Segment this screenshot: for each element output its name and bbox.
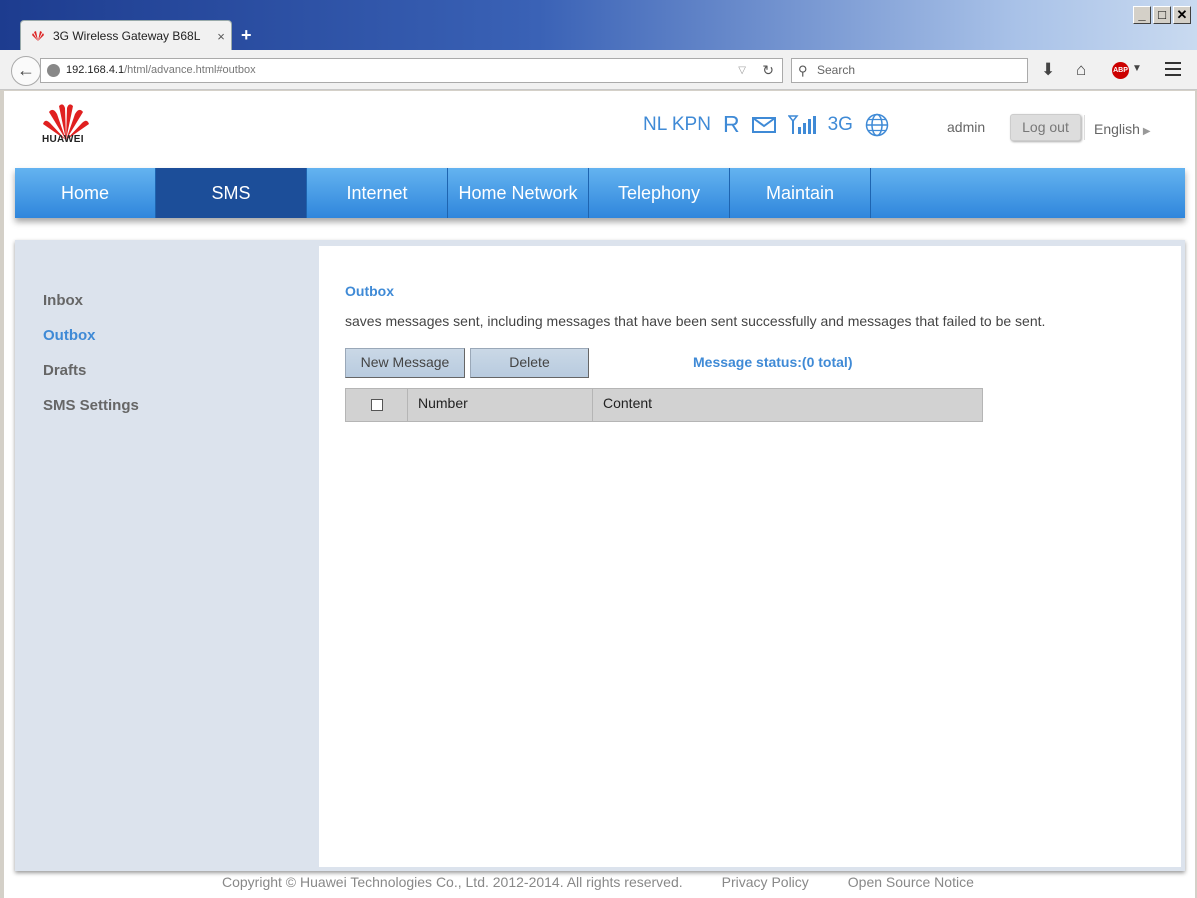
tab-close-icon[interactable]: ×	[211, 29, 231, 44]
header-divider	[1084, 115, 1085, 140]
sms-sidebar: Inbox Outbox Drafts SMS Settings	[43, 292, 139, 432]
footer: Copyright © Huawei Technologies Co., Ltd…	[222, 874, 1013, 890]
internet-globe-icon	[865, 113, 889, 136]
main-menu: Home SMS Internet Home Network Telephony…	[15, 168, 1185, 218]
language-label: English	[1094, 121, 1140, 137]
menu-home-network[interactable]: Home Network	[448, 168, 589, 218]
menu-telephony[interactable]: Telephony	[589, 168, 730, 218]
url-path: /html/advance.html#outbox	[124, 64, 256, 76]
home-icon[interactable]: ⌂	[1076, 60, 1086, 80]
search-icon: ⚲	[798, 63, 808, 78]
menu-home[interactable]: Home	[15, 168, 156, 218]
url-host: 192.168.4.1	[66, 64, 125, 76]
new-tab-button[interactable]: +	[241, 25, 252, 46]
chevron-right-icon: ▶	[1142, 126, 1151, 137]
adblock-dropdown-icon[interactable]: ▼	[1132, 63, 1142, 74]
huawei-favicon-icon	[32, 31, 44, 41]
minimize-button[interactable]: _	[1133, 6, 1151, 24]
open-source-notice-link[interactable]: Open Source Notice	[848, 874, 974, 890]
select-all-checkbox[interactable]	[371, 399, 383, 411]
sms-envelope-icon[interactable]	[751, 116, 776, 134]
reload-icon[interactable]: ↻	[762, 59, 774, 82]
back-button[interactable]: ←	[11, 56, 41, 86]
language-selector[interactable]: English ▶	[1094, 121, 1151, 137]
menu-sms[interactable]: SMS	[156, 168, 307, 218]
menu-maintain[interactable]: Maintain	[730, 168, 871, 218]
brand-name: HUAWEI	[42, 134, 84, 145]
window-controls: _ □ ✕	[1133, 6, 1191, 24]
copyright-text: Copyright © Huawei Technologies Co., Ltd…	[222, 874, 683, 890]
column-content[interactable]: Content	[593, 389, 982, 421]
window-titlebar: _ □ ✕ 3G Wireless Gateway B68L × +	[0, 0, 1197, 51]
search-placeholder: Search	[817, 63, 856, 77]
router-page: HUAWEI NL KPN R 3G admin Log out English…	[4, 91, 1195, 898]
page-description: saves messages sent, including messages …	[345, 313, 1046, 329]
operator-name: NL KPN	[643, 113, 711, 135]
message-table-header: Number Content	[345, 388, 983, 422]
network-type: 3G	[827, 113, 853, 135]
site-identity-icon[interactable]	[47, 64, 60, 77]
content-area: Inbox Outbox Drafts SMS Settings Outbox …	[15, 240, 1185, 871]
search-input[interactable]: ⚲ Search	[791, 58, 1028, 83]
menu-icon[interactable]	[1165, 62, 1181, 76]
page-title: Outbox	[345, 283, 394, 299]
outbox-panel: Outbox saves messages sent, including me…	[319, 246, 1181, 867]
privacy-policy-link[interactable]: Privacy Policy	[722, 874, 809, 890]
url-bar[interactable]: 192.168.4.1/html/advance.html#outbox ▽ ↻	[40, 58, 783, 83]
sidebar-item-drafts[interactable]: Drafts	[43, 362, 139, 379]
status-bar: NL KPN R 3G	[643, 111, 889, 138]
url-dropdown-icon[interactable]: ▽	[738, 59, 746, 82]
column-number[interactable]: Number	[408, 389, 593, 421]
menu-internet[interactable]: Internet	[307, 168, 448, 218]
browser-tab[interactable]: 3G Wireless Gateway B68L ×	[20, 20, 232, 51]
maximize-button[interactable]: □	[1153, 6, 1171, 24]
close-window-button[interactable]: ✕	[1173, 6, 1191, 24]
sidebar-item-sms-settings[interactable]: SMS Settings	[43, 397, 139, 414]
roaming-indicator: R	[722, 111, 740, 137]
tab-title: 3G Wireless Gateway B68L	[53, 29, 201, 43]
browser-navbar: 192.168.4.1/html/advance.html#outbox ▽ ↻…	[0, 50, 1197, 90]
message-status: Message status:(0 total)	[693, 354, 853, 370]
logout-button[interactable]: Log out	[1010, 114, 1081, 141]
signal-strength-icon	[787, 114, 816, 134]
delete-button[interactable]: Delete	[470, 348, 589, 378]
adblock-icon[interactable]: ABP	[1112, 62, 1129, 79]
sidebar-item-outbox[interactable]: Outbox	[43, 327, 139, 344]
new-message-button[interactable]: New Message	[345, 348, 465, 378]
username-label: admin	[947, 119, 986, 135]
download-icon[interactable]: ⬇	[1041, 60, 1055, 80]
sidebar-item-inbox[interactable]: Inbox	[43, 292, 139, 309]
select-all-cell	[346, 389, 408, 421]
